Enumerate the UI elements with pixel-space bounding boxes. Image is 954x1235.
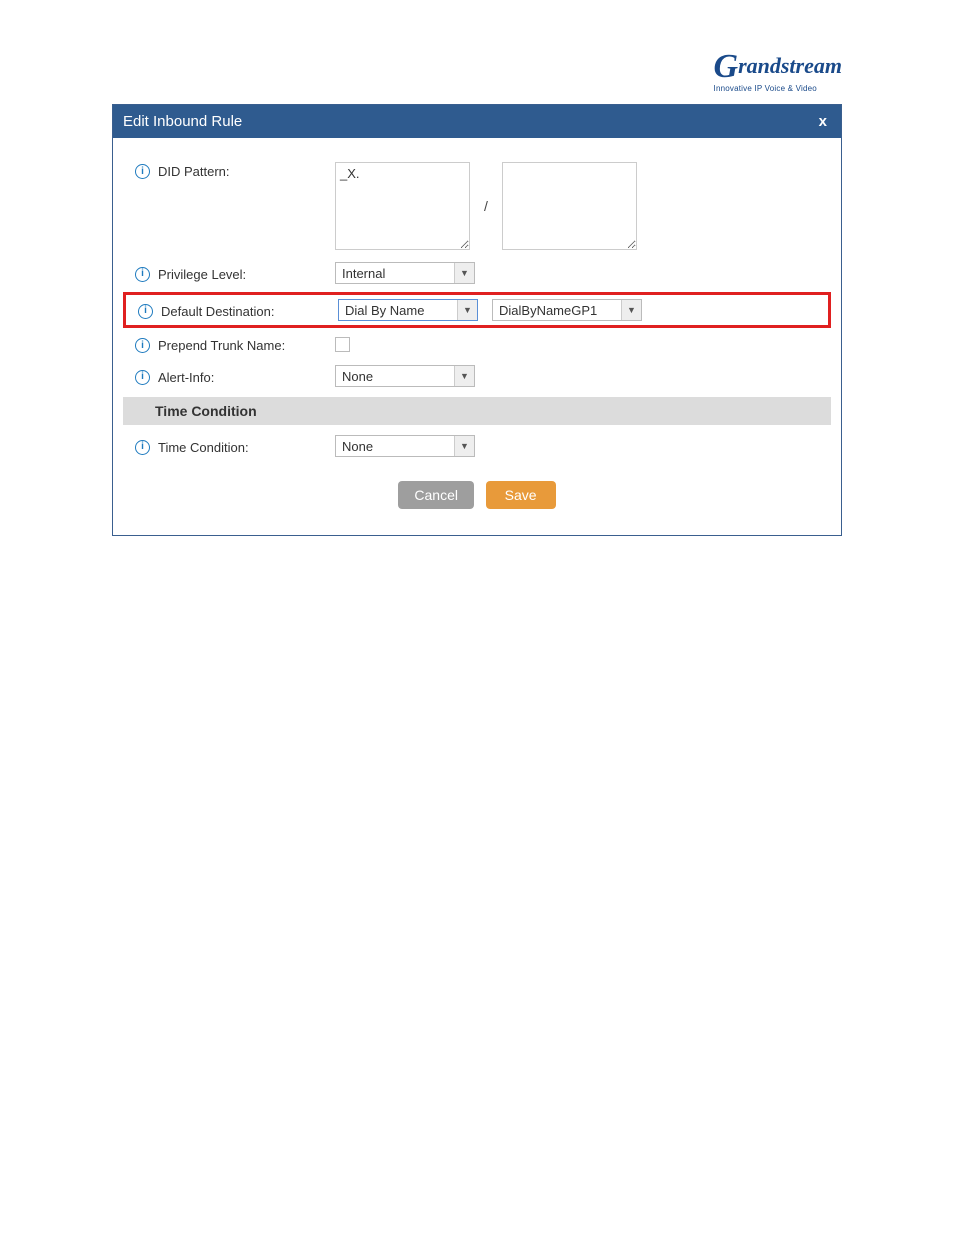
privilege-level-select[interactable]: Internal ▼ — [335, 262, 475, 284]
time-condition-label: Time Condition: — [158, 440, 249, 455]
default-destination-row: i Default Destination: Dial By Name ▼ Di… — [123, 292, 831, 328]
default-destination-type-select[interactable]: Dial By Name ▼ — [338, 299, 478, 321]
did-pattern-input-1[interactable] — [335, 162, 470, 250]
default-destination-label: Default Destination: — [161, 304, 274, 319]
info-icon[interactable]: i — [135, 440, 150, 455]
prepend-trunk-name-label: Prepend Trunk Name: — [158, 338, 285, 353]
dialog-title: Edit Inbound Rule — [123, 113, 242, 130]
chevron-down-icon: ▼ — [454, 263, 474, 283]
default-destination-target-select[interactable]: DialByNameGP1 ▼ — [492, 299, 642, 321]
brand-logo: Grandstream Innovative IP Voice & Video — [112, 50, 842, 94]
brand-tagline: Innovative IP Voice & Video — [714, 84, 842, 93]
chevron-down-icon: ▼ — [454, 366, 474, 386]
time-condition-select[interactable]: None ▼ — [335, 435, 475, 457]
prepend-trunk-name-checkbox[interactable] — [335, 337, 350, 352]
did-pattern-separator: / — [484, 198, 488, 214]
info-icon[interactable]: i — [135, 267, 150, 282]
brand-name: randstream — [738, 53, 842, 78]
info-icon[interactable]: i — [135, 338, 150, 353]
edit-inbound-rule-dialog: Edit Inbound Rule x i DID Pattern: / i — [112, 104, 842, 536]
time-condition-section-header: Time Condition — [123, 397, 831, 425]
dialog-header: Edit Inbound Rule x — [113, 105, 841, 138]
close-icon[interactable]: x — [815, 113, 831, 130]
did-pattern-label: DID Pattern: — [158, 164, 230, 179]
default-destination-target-value: DialByNameGP1 — [493, 300, 621, 320]
alert-info-label: Alert-Info: — [158, 370, 214, 385]
privilege-level-value: Internal — [336, 263, 454, 283]
info-icon[interactable]: i — [135, 164, 150, 179]
info-icon[interactable]: i — [138, 304, 153, 319]
chevron-down-icon: ▼ — [621, 300, 641, 320]
chevron-down-icon: ▼ — [457, 300, 477, 320]
privilege-level-label: Privilege Level: — [158, 267, 246, 282]
save-button[interactable]: Save — [486, 481, 556, 509]
alert-info-select[interactable]: None ▼ — [335, 365, 475, 387]
info-icon[interactable]: i — [135, 370, 150, 385]
did-pattern-input-2[interactable] — [502, 162, 637, 250]
cancel-button[interactable]: Cancel — [398, 481, 474, 509]
default-destination-type-value: Dial By Name — [339, 300, 457, 320]
alert-info-value: None — [336, 366, 454, 386]
time-condition-value: None — [336, 436, 454, 456]
chevron-down-icon: ▼ — [454, 436, 474, 456]
